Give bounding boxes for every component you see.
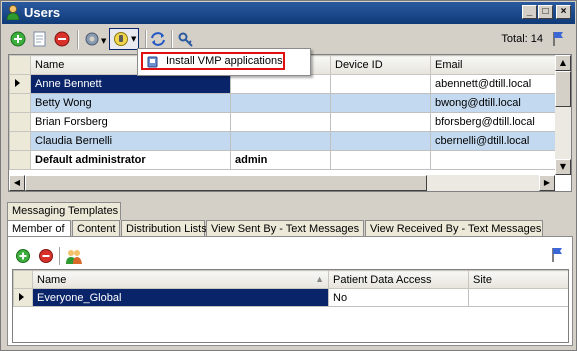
menu-item-install-vmp[interactable]: Install VMP applications bbox=[166, 55, 283, 67]
tab-messaging-templates[interactable]: Messaging Templates bbox=[7, 202, 121, 220]
minimize-icon: _ bbox=[526, 6, 533, 17]
scroll-up-button[interactable]: ▲ bbox=[555, 55, 571, 71]
title-bar[interactable]: Users _ □ × bbox=[2, 2, 575, 24]
cell-email[interactable]: abennett@dtill.local bbox=[430, 74, 557, 94]
cell-name[interactable]: Claudia Bernelli bbox=[30, 131, 231, 151]
toolbar-separator bbox=[77, 30, 79, 49]
column-header-patient-data-access[interactable]: Patient Data Access bbox=[328, 270, 469, 289]
column-header-name[interactable]: Name ▲ bbox=[32, 270, 329, 289]
member-of-panel: Name ▲ Patient Data Access Site Everyone_… bbox=[7, 236, 573, 346]
scroll-thumb[interactable] bbox=[555, 71, 571, 107]
cell-name[interactable]: Anne Bennett bbox=[30, 74, 231, 94]
sort-icon: ▲ bbox=[315, 273, 324, 284]
install-app-icon bbox=[147, 56, 158, 68]
table-row[interactable]: Everyone_Global No bbox=[13, 288, 568, 307]
row-header-corner bbox=[13, 270, 33, 289]
scroll-thumb[interactable] bbox=[25, 175, 427, 191]
user-icon bbox=[6, 5, 20, 20]
add-icon[interactable] bbox=[15, 248, 31, 264]
column-header-device-id[interactable]: Device ID bbox=[330, 55, 431, 75]
lower-panel: Messaging Templates Member of Content Di… bbox=[3, 199, 575, 349]
cell-name[interactable]: Everyone_Global bbox=[32, 288, 329, 307]
users-vertical-scrollbar[interactable]: ▲ ▼ bbox=[555, 55, 571, 175]
row-indicator bbox=[9, 112, 31, 132]
toolbar-separator bbox=[145, 30, 147, 49]
cell-name[interactable]: Default administrator bbox=[30, 150, 231, 170]
flag-icon[interactable] bbox=[550, 246, 566, 264]
cell-email[interactable]: bforsberg@dtill.local bbox=[430, 112, 557, 132]
cell-email[interactable]: cbernelli@dtill.local bbox=[430, 131, 557, 151]
cell-name[interactable]: Betty Wong bbox=[30, 93, 231, 113]
table-row[interactable]: Betty Wong bwong@dtill.local bbox=[9, 93, 557, 113]
edit-icon[interactable] bbox=[31, 30, 49, 48]
settings-dropdown-icon[interactable] bbox=[83, 30, 101, 48]
row-indicator bbox=[9, 131, 31, 151]
cell-device-id[interactable] bbox=[330, 112, 431, 132]
delete-icon[interactable] bbox=[53, 30, 71, 48]
cell-role[interactable] bbox=[230, 112, 331, 132]
cell-email[interactable] bbox=[430, 150, 557, 170]
cell-role[interactable] bbox=[230, 93, 331, 113]
scroll-left-button[interactable]: ◀ bbox=[9, 175, 25, 191]
cell-role[interactable]: admin bbox=[230, 150, 331, 170]
cell-device-id[interactable] bbox=[330, 150, 431, 170]
membership-grid: Name ▲ Patient Data Access Site Everyone_… bbox=[12, 269, 569, 343]
scroll-right-button[interactable]: ▶ bbox=[539, 175, 555, 191]
users-horizontal-scrollbar[interactable]: ◀ ▶ bbox=[9, 175, 555, 191]
table-row[interactable]: Anne Bennett abennett@dtill.local bbox=[9, 74, 557, 94]
group-icon[interactable] bbox=[65, 247, 83, 265]
delete-icon[interactable] bbox=[38, 248, 54, 264]
row-indicator bbox=[13, 288, 33, 307]
cell-email[interactable]: bwong@dtill.local bbox=[430, 93, 557, 113]
table-row[interactable]: Claudia Bernelli cbernelli@dtill.local bbox=[9, 131, 557, 151]
close-icon: × bbox=[560, 6, 567, 17]
table-row[interactable]: Default administrator admin bbox=[9, 150, 557, 170]
maximize-button[interactable]: □ bbox=[538, 5, 553, 19]
cell-device-id[interactable] bbox=[330, 93, 431, 113]
column-header-email[interactable]: Email bbox=[430, 55, 557, 75]
cell-role[interactable] bbox=[230, 74, 331, 94]
table-row[interactable]: Brian Forsberg bforsberg@dtill.local bbox=[9, 112, 557, 132]
row-indicator bbox=[9, 93, 31, 113]
chevron-down-icon[interactable]: ▼ bbox=[101, 37, 106, 45]
cell-role[interactable] bbox=[230, 131, 331, 151]
install-dropdown-menu: Install VMP applications bbox=[137, 48, 311, 76]
scroll-down-button[interactable]: ▼ bbox=[555, 159, 571, 175]
cell-device-id[interactable] bbox=[330, 131, 431, 151]
minimize-button[interactable]: _ bbox=[522, 5, 537, 19]
install-dropdown-button[interactable]: ▼ bbox=[109, 28, 139, 50]
total-count: Total: 14 bbox=[501, 33, 543, 45]
row-indicator bbox=[9, 150, 31, 170]
cell-device-id[interactable] bbox=[330, 74, 431, 94]
close-button[interactable]: × bbox=[556, 5, 571, 19]
install-dropdown-icon bbox=[114, 32, 128, 46]
row-indicator bbox=[9, 74, 31, 94]
current-row-arrow-icon bbox=[15, 79, 20, 87]
window-title: Users bbox=[24, 5, 61, 20]
row-header-corner bbox=[9, 55, 31, 75]
add-icon[interactable] bbox=[9, 30, 27, 48]
refresh-icon[interactable] bbox=[149, 30, 167, 48]
column-header-site[interactable]: Site bbox=[468, 270, 568, 289]
key-icon[interactable] bbox=[177, 30, 195, 48]
users-window: Users _ □ × ▼ ▼ Total: 14 Name Device ID… bbox=[0, 0, 577, 351]
cell-name[interactable]: Brian Forsberg bbox=[30, 112, 231, 132]
cell-patient-data-access[interactable]: No bbox=[328, 288, 469, 307]
maximize-icon: □ bbox=[542, 6, 549, 17]
toolbar-separator bbox=[171, 30, 173, 49]
cell-site[interactable] bbox=[468, 288, 568, 307]
chevron-down-icon: ▼ bbox=[131, 35, 137, 43]
flag-icon[interactable] bbox=[551, 30, 567, 48]
current-row-arrow-icon bbox=[19, 292, 24, 301]
toolbar-separator bbox=[59, 247, 60, 265]
